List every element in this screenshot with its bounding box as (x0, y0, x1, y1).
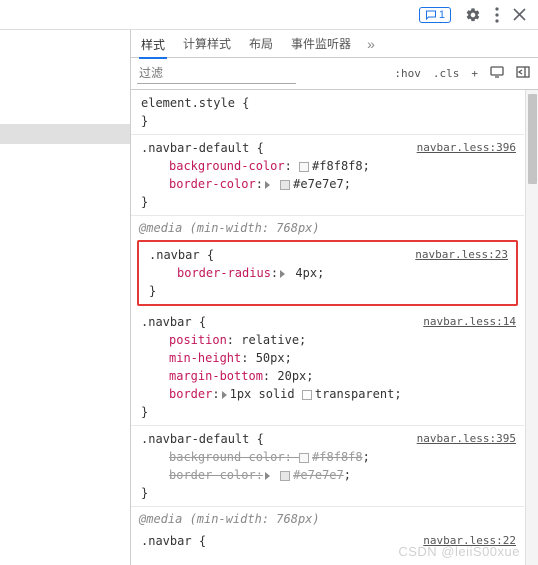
scrollbar-track[interactable] (525, 90, 538, 565)
panel-tabs: 样式 计算样式 布局 事件监听器 » (131, 30, 538, 58)
source-link[interactable]: navbar.less:395 (417, 430, 516, 448)
prop-value[interactable]: #e7e7e7 (293, 468, 344, 482)
tab-listeners[interactable]: 事件监听器 (289, 29, 353, 58)
prop-value[interactable]: relative (241, 333, 299, 347)
selector[interactable]: .navbar (149, 248, 200, 262)
hov-button[interactable]: :hov (392, 67, 423, 80)
tab-computed[interactable]: 计算样式 (181, 29, 233, 58)
message-badge[interactable]: 1 (419, 7, 451, 23)
selected-element-row[interactable] (0, 124, 130, 144)
prop-name[interactable]: background-color (169, 450, 285, 464)
color-swatch[interactable] (299, 453, 309, 463)
prop-value[interactable]: #e7e7e7 (293, 177, 344, 191)
selector[interactable]: .navbar-default (141, 432, 249, 446)
add-rule-button[interactable]: + (469, 67, 480, 80)
device-icon[interactable] (488, 66, 506, 81)
styles-list: element.style { } navbar.less:396 .navba… (131, 90, 538, 565)
prop-value[interactable]: #f8f8f8 (312, 450, 363, 464)
prop-value[interactable]: 1px solid (230, 387, 295, 401)
prop-value[interactable]: #f8f8f8 (312, 159, 363, 173)
prop-name[interactable]: background-color (169, 159, 285, 173)
expand-icon[interactable] (265, 181, 270, 189)
rule-navbar-media[interactable]: navbar.less:23 .navbar { border-radius: … (137, 240, 518, 306)
source-link[interactable]: navbar.less:23 (415, 246, 508, 264)
expand-icon[interactable] (265, 472, 270, 480)
prop-value[interactable]: 4px (295, 266, 317, 280)
media-query: @media (min-width: 768px) (131, 507, 524, 528)
elements-tree-strip (0, 30, 130, 565)
prop-name[interactable]: margin-bottom (169, 369, 263, 383)
top-toolbar: 1 (0, 0, 538, 30)
filter-toolbar: :hov .cls + (131, 58, 538, 90)
cls-button[interactable]: .cls (431, 67, 462, 80)
media-query: @media (min-width: 768px) (131, 216, 524, 237)
tabs-more-icon[interactable]: » (367, 36, 375, 52)
prop-name[interactable]: border-color (169, 468, 256, 482)
expand-icon[interactable] (222, 391, 227, 399)
source-link[interactable]: navbar.less:396 (417, 139, 516, 157)
rule-navbar-default-2[interactable]: navbar.less:395 .navbar-default { backgr… (131, 426, 524, 507)
styles-panel: 样式 计算样式 布局 事件监听器 » :hov .cls + element.s… (130, 30, 538, 565)
prop-name[interactable]: min-height (169, 351, 241, 365)
rule-navbar-14[interactable]: navbar.less:14 .navbar { position: relat… (131, 309, 524, 426)
tab-styles[interactable]: 样式 (139, 30, 167, 59)
close-icon[interactable] (513, 8, 526, 21)
kebab-icon[interactable] (495, 7, 499, 23)
color-swatch[interactable] (299, 162, 309, 172)
expand-icon[interactable] (280, 270, 285, 278)
prop-name[interactable]: position (169, 333, 227, 347)
selector[interactable]: .navbar (141, 315, 192, 329)
prop-name[interactable]: border-radius (177, 266, 271, 280)
source-link[interactable]: navbar.less:22 (423, 532, 516, 550)
selector[interactable]: .navbar (141, 534, 192, 548)
rule-navbar-default-1[interactable]: navbar.less:396 .navbar-default { backgr… (131, 135, 524, 216)
tab-layout[interactable]: 布局 (247, 29, 275, 58)
filter-input[interactable] (137, 63, 296, 84)
prop-value[interactable]: 20px (277, 369, 306, 383)
color-swatch[interactable] (280, 180, 290, 190)
scrollbar-thumb[interactable] (528, 94, 537, 184)
prop-name[interactable]: border-color (169, 177, 256, 191)
rule-navbar-tail[interactable]: navbar.less:22 .navbar { (131, 528, 524, 554)
dock-icon[interactable] (514, 66, 532, 81)
source-link[interactable]: navbar.less:14 (423, 313, 516, 331)
prop-name[interactable]: border (169, 387, 212, 401)
gear-icon[interactable] (465, 7, 481, 23)
color-swatch[interactable] (280, 471, 290, 481)
prop-value[interactable]: 50px (256, 351, 285, 365)
rule-element-style[interactable]: element.style { } (131, 90, 524, 135)
prop-value-extra[interactable]: transparent (315, 387, 394, 401)
selector[interactable]: element.style (141, 96, 235, 110)
selector[interactable]: .navbar-default (141, 141, 249, 155)
message-count: 1 (439, 9, 445, 21)
color-swatch[interactable] (302, 390, 312, 400)
